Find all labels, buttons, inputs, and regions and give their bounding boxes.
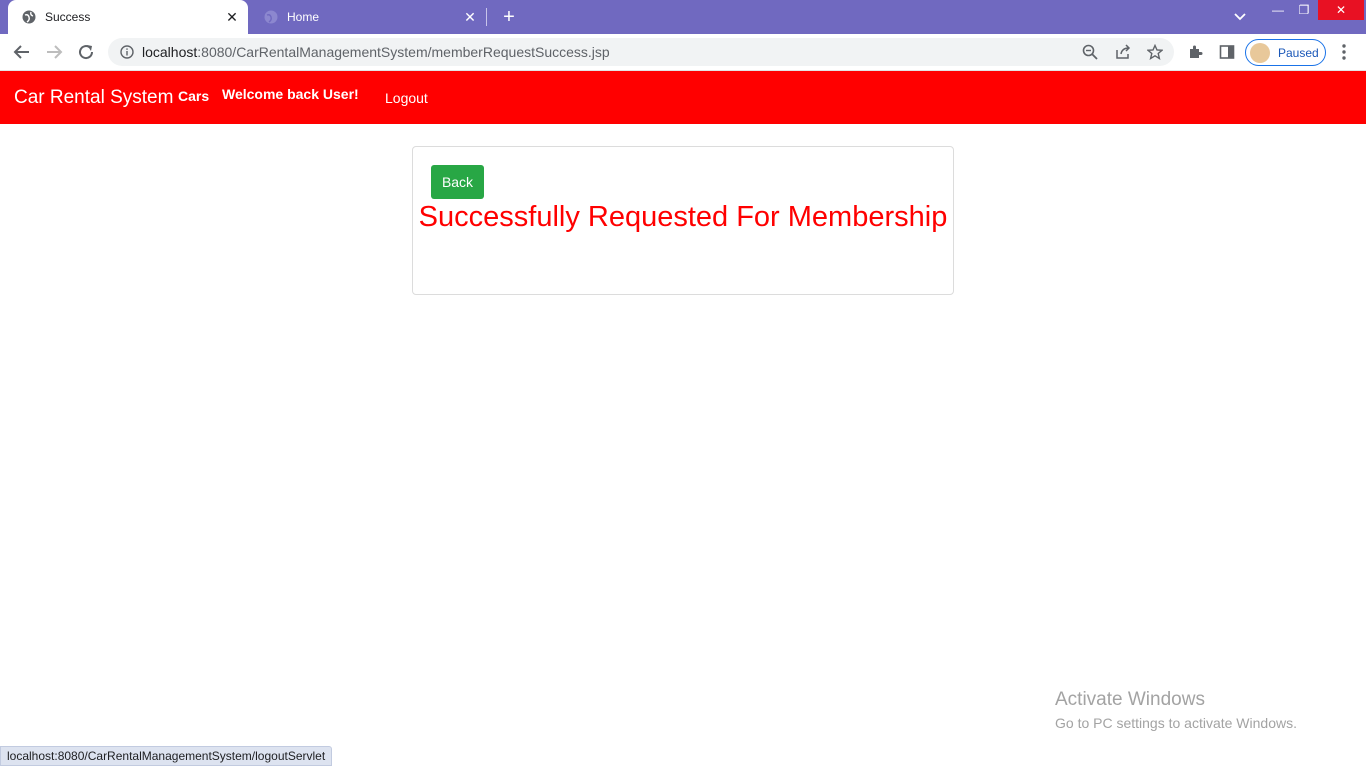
profile-status-label: Paused (1278, 45, 1319, 60)
url-path: :8080/CarRentalManagementSystem/memberRe… (197, 44, 610, 60)
bookmark-star-icon[interactable] (1146, 43, 1164, 60)
success-card: Back Successfully Requested For Membersh… (412, 146, 954, 295)
tab-success[interactable]: Success ✕ (8, 0, 248, 34)
window-close-icon[interactable]: ✕ (1318, 0, 1364, 20)
browser-toolbar: localhost:8080/CarRentalManagementSystem… (0, 34, 1366, 71)
back-button[interactable]: Back (431, 165, 484, 199)
link-status-bar: localhost:8080/CarRentalManagementSystem… (0, 746, 333, 766)
avatar (1250, 42, 1270, 63)
extensions-icon[interactable] (1187, 44, 1203, 60)
url-host: localhost (142, 44, 198, 60)
tab-home[interactable]: Home ✕ (250, 0, 486, 34)
globe-icon (264, 10, 278, 24)
success-message: Successfully Requested For Membership (418, 201, 948, 233)
url-text: localhost:8080/CarRentalManagementSystem… (142, 44, 610, 60)
profile-button[interactable]: Paused (1245, 39, 1326, 66)
nav-cars-link[interactable]: Cars (178, 88, 209, 104)
browser-tab-strip: Success ✕ Home ✕ + — ❐ ✕ (0, 0, 1366, 34)
site-info-icon[interactable] (120, 45, 134, 59)
globe-icon (22, 10, 36, 24)
watermark-title: Activate Windows (1055, 689, 1205, 710)
tab-title: Home (287, 10, 320, 24)
close-tab-icon[interactable]: ✕ (462, 9, 478, 25)
forward-arrow-icon[interactable] (44, 42, 64, 62)
browser-menu-icon[interactable] (1338, 43, 1350, 61)
tab-title: Success (45, 10, 91, 24)
tab-search-icon[interactable] (1230, 9, 1250, 25)
new-tab-icon[interactable]: + (499, 6, 519, 28)
reload-icon[interactable] (76, 42, 96, 62)
brand-link[interactable]: Car Rental System (14, 87, 173, 109)
restore-icon[interactable]: ❐ (1291, 0, 1317, 20)
welcome-text: Welcome back User! (222, 86, 359, 102)
address-bar[interactable]: localhost:8080/CarRentalManagementSystem… (108, 38, 1174, 66)
minimize-icon[interactable]: — (1265, 0, 1291, 20)
back-arrow-icon[interactable] (12, 42, 32, 62)
share-icon[interactable] (1115, 44, 1131, 60)
tab-divider (486, 8, 487, 26)
side-panel-icon[interactable] (1219, 44, 1235, 60)
close-tab-icon[interactable]: ✕ (224, 9, 240, 25)
watermark-subtitle: Go to PC settings to activate Windows. (1055, 715, 1297, 731)
activate-windows-watermark: Activate Windows Go to PC settings to ac… (1055, 689, 1297, 734)
logout-link[interactable]: Logout (385, 90, 428, 106)
site-navbar: Car Rental System Cars Welcome back User… (0, 71, 1366, 124)
zoom-icon[interactable] (1082, 44, 1098, 60)
